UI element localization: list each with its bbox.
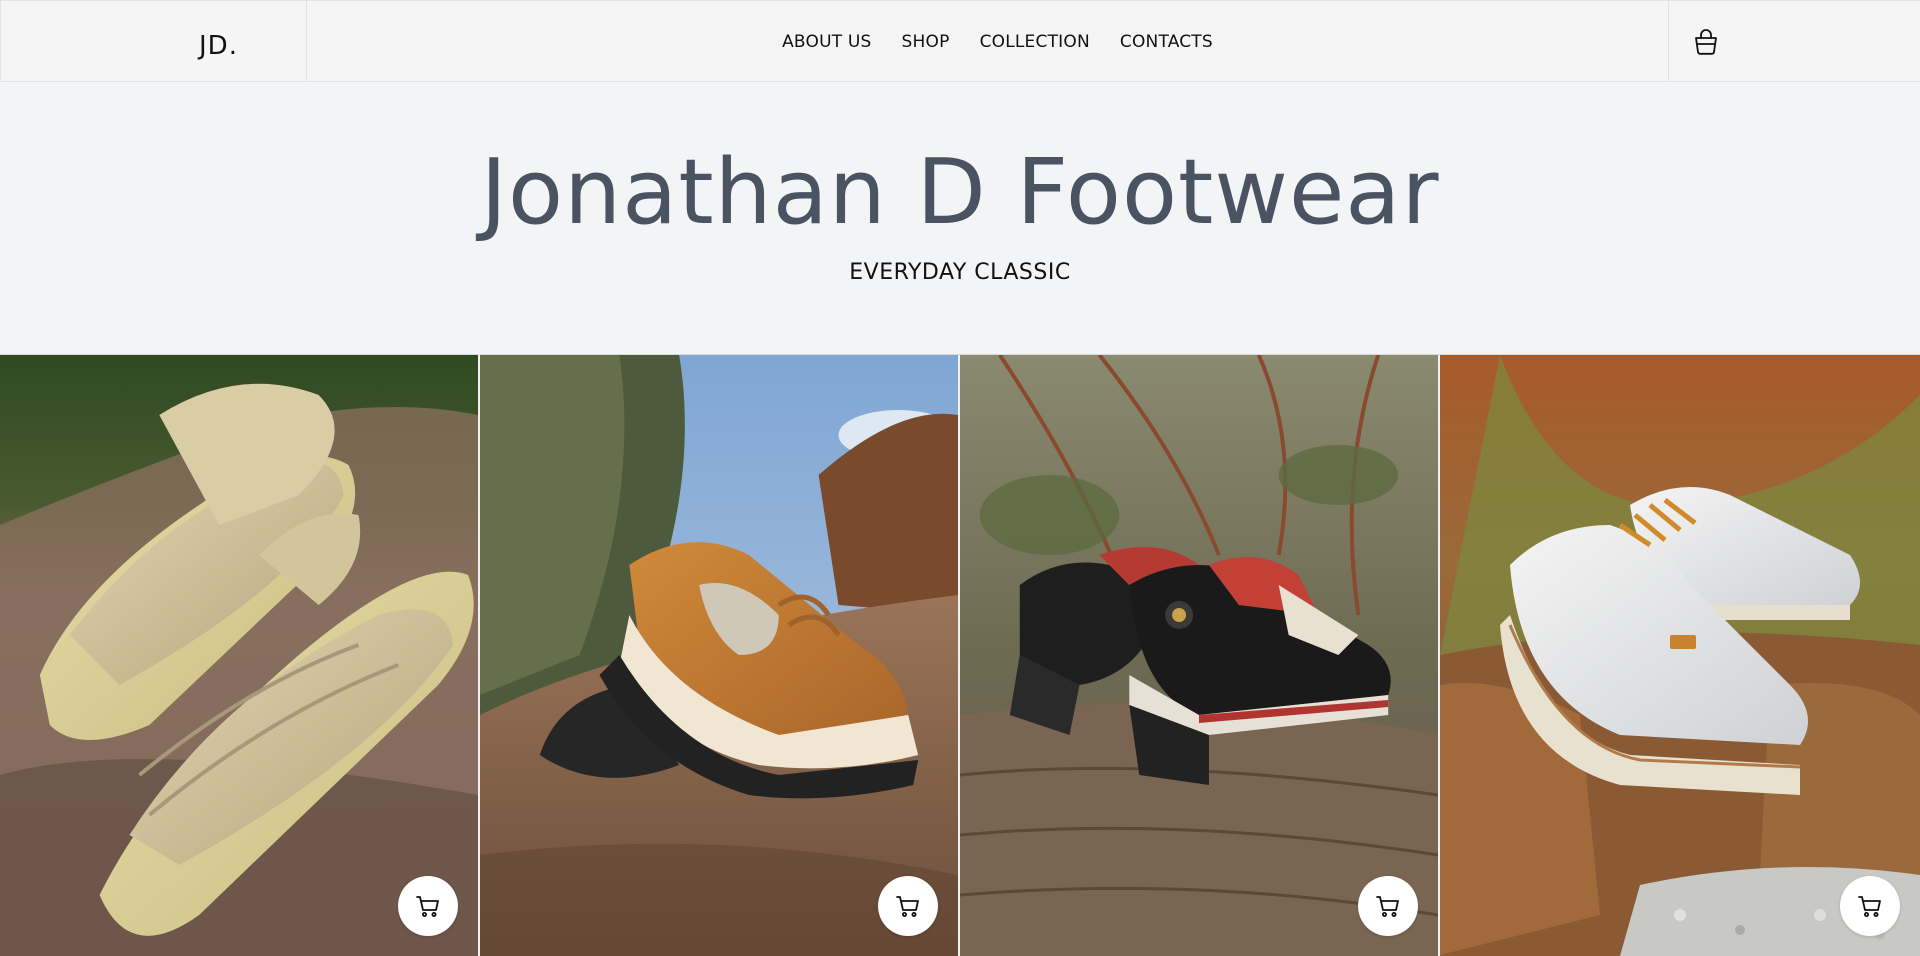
product-gallery — [0, 354, 1920, 956]
product-card[interactable] — [480, 355, 960, 956]
shopping-bag-icon[interactable] — [1692, 28, 1720, 56]
product-image-black-sneakers — [960, 355, 1438, 956]
product-image-sandal — [0, 355, 478, 956]
logo-cell: JD. — [0, 1, 307, 82]
shopping-cart-icon — [416, 896, 439, 917]
nav-item-collection[interactable]: COLLECTION — [980, 32, 1090, 52]
shopping-cart-icon — [1858, 896, 1881, 917]
product-card[interactable] — [1440, 355, 1920, 956]
hero-section: Jonathan D Footwear EVERYDAY CLASSIC — [0, 82, 1920, 354]
cart-cell — [1668, 1, 1920, 82]
main-nav: ABOUT US SHOP COLLECTION CONTACTS — [307, 1, 1668, 82]
shopping-cart-icon — [896, 896, 919, 917]
brand-logo[interactable]: JD. — [199, 31, 238, 61]
nav-item-about-us[interactable]: ABOUT US — [782, 32, 871, 52]
nav-item-contacts[interactable]: CONTACTS — [1120, 32, 1213, 52]
product-card[interactable] — [960, 355, 1440, 956]
add-to-cart-button[interactable] — [1358, 876, 1418, 936]
product-image-sneaker — [480, 355, 958, 956]
nav-item-shop[interactable]: SHOP — [902, 32, 950, 52]
hero-title: Jonathan D Footwear — [480, 140, 1440, 245]
product-image-white-shoe — [1440, 355, 1920, 956]
site-header: JD. ABOUT US SHOP COLLECTION CONTACTS — [0, 0, 1920, 82]
product-card[interactable] — [0, 355, 480, 956]
shopping-cart-icon — [1376, 896, 1399, 917]
add-to-cart-button[interactable] — [398, 876, 458, 936]
add-to-cart-button[interactable] — [878, 876, 938, 936]
add-to-cart-button[interactable] — [1840, 876, 1900, 936]
hero-subtitle: EVERYDAY CLASSIC — [849, 260, 1071, 285]
